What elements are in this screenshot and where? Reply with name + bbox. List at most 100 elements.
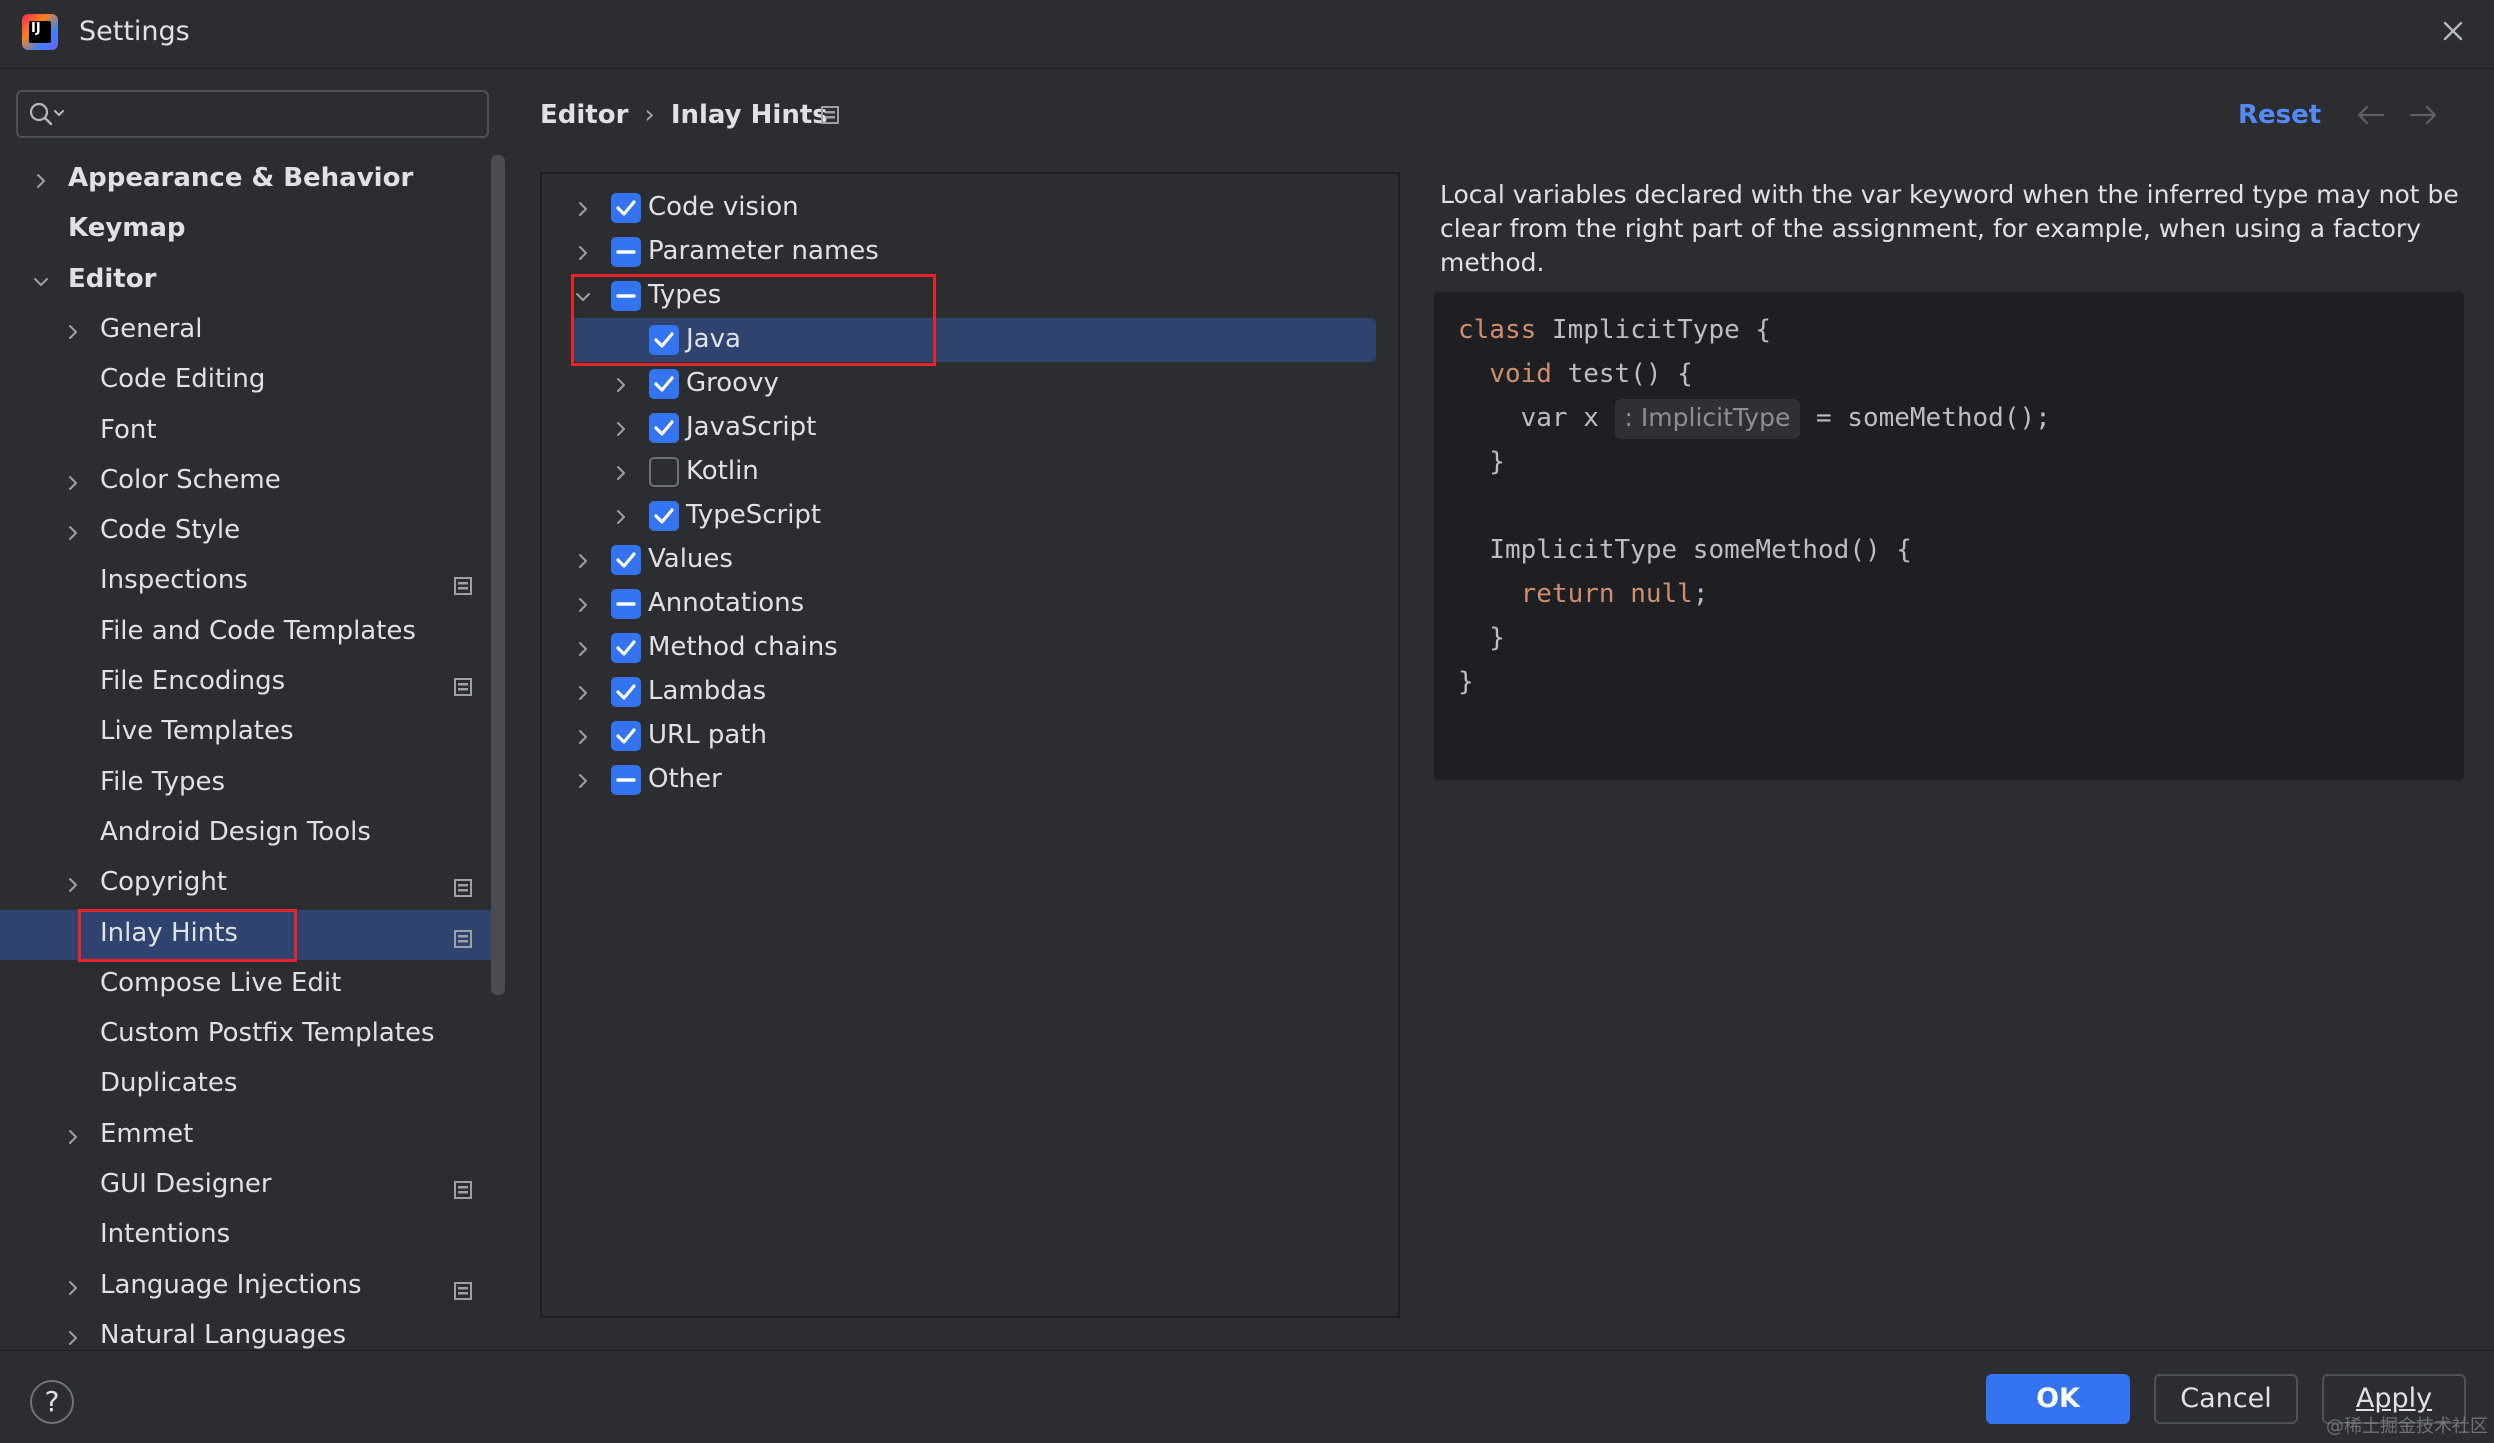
- chevron-right-icon[interactable]: [62, 471, 84, 493]
- sidebar-item-language-injections[interactable]: Language Injections: [0, 1262, 505, 1312]
- arrow-right-icon[interactable]: [2408, 104, 2438, 126]
- code-token: ImplicitType someMethod() {: [1458, 535, 1912, 565]
- breadcrumb: Editor › Inlay Hints: [540, 100, 828, 130]
- checkbox-method-chains[interactable]: [611, 633, 641, 663]
- sidebar-item-live-templates[interactable]: Live Templates: [0, 708, 505, 758]
- sidebar-item-keymap[interactable]: Keymap: [0, 205, 505, 255]
- hint-item-java[interactable]: Java: [572, 318, 1376, 362]
- sidebar-item-android-design-tools[interactable]: Android Design Tools: [0, 809, 505, 859]
- sidebar-item-file-encodings[interactable]: File Encodings: [0, 658, 505, 708]
- chevron-down-icon[interactable]: [30, 270, 52, 292]
- chevron-right-icon[interactable]: [572, 549, 594, 571]
- sidebar-item-color-scheme[interactable]: Color Scheme: [0, 457, 505, 507]
- chevron-right-icon[interactable]: [572, 681, 594, 703]
- hint-item-annotations[interactable]: Annotations: [542, 582, 1372, 626]
- checkbox-other[interactable]: [611, 765, 641, 795]
- chevron-right-icon[interactable]: [610, 461, 632, 483]
- search-input[interactable]: [78, 98, 478, 130]
- code-line: }: [1458, 618, 1505, 658]
- hint-item-lambdas[interactable]: Lambdas: [542, 670, 1372, 714]
- close-icon[interactable]: [2436, 14, 2470, 48]
- sidebar-item-label: Color Scheme: [100, 464, 281, 495]
- sidebar-item-file-types[interactable]: File Types: [0, 759, 505, 809]
- chevron-right-icon[interactable]: [62, 521, 84, 543]
- chevron-right-icon[interactable]: [62, 320, 84, 342]
- chevron-right-icon[interactable]: [62, 1125, 84, 1147]
- sidebar-item-intentions[interactable]: Intentions: [0, 1211, 505, 1261]
- chevron-right-icon[interactable]: [572, 769, 594, 791]
- chevron-right-icon[interactable]: [572, 197, 594, 219]
- chevron-right-icon[interactable]: [572, 637, 594, 659]
- sidebar-item-label: Editor: [68, 263, 157, 294]
- sidebar-item-copyright[interactable]: Copyright: [0, 859, 505, 909]
- hint-item-label: Java: [686, 324, 741, 354]
- sidebar-item-inspections[interactable]: Inspections: [0, 557, 505, 607]
- sidebar-item-duplicates[interactable]: Duplicates: [0, 1060, 505, 1110]
- sidebar-item-general[interactable]: General: [0, 306, 505, 356]
- sidebar-item-gui-designer[interactable]: GUI Designer: [0, 1161, 505, 1211]
- ok-button[interactable]: OK: [1986, 1374, 2130, 1424]
- sidebar-item-editor[interactable]: Editor: [0, 256, 505, 306]
- hint-item-javascript[interactable]: JavaScript: [542, 406, 1372, 450]
- breadcrumb-editor[interactable]: Editor: [540, 100, 628, 130]
- sidebar-item-code-editing[interactable]: Code Editing: [0, 356, 505, 406]
- hint-item-groovy[interactable]: Groovy: [542, 362, 1372, 406]
- title-bar: IJ Settings: [0, 0, 2494, 69]
- hint-item-url-path[interactable]: URL path: [542, 714, 1372, 758]
- checkbox-annotations[interactable]: [611, 589, 641, 619]
- sidebar-item-file-and-code-templates[interactable]: File and Code Templates: [0, 608, 505, 658]
- hint-item-label: URL path: [648, 720, 767, 750]
- sidebar-item-font[interactable]: Font: [0, 407, 505, 457]
- hint-item-label: Groovy: [686, 368, 779, 398]
- checkbox-values[interactable]: [611, 545, 641, 575]
- settings-search[interactable]: [16, 90, 489, 138]
- chevron-right-icon[interactable]: [62, 1326, 84, 1348]
- code-line: }: [1458, 442, 1505, 482]
- checkbox-parameter-names[interactable]: [611, 237, 641, 267]
- sidebar-item-code-style[interactable]: Code Style: [0, 507, 505, 557]
- checkbox-typescript[interactable]: [649, 501, 679, 531]
- pinned-settings-icon: [454, 572, 472, 596]
- sidebar-scrollbar[interactable]: [491, 155, 505, 995]
- code-line: return null;: [1458, 574, 1709, 614]
- code-line: var x : ImplicitType = someMethod();: [1458, 398, 2051, 439]
- help-button[interactable]: ?: [30, 1380, 74, 1424]
- checkbox-java[interactable]: [649, 325, 679, 355]
- checkbox-lambdas[interactable]: [611, 677, 641, 707]
- checkbox-types[interactable]: [611, 281, 641, 311]
- sidebar-item-compose-live-edit[interactable]: Compose Live Edit: [0, 960, 505, 1010]
- reset-link[interactable]: Reset: [2238, 100, 2321, 130]
- sidebar-item-inlay-hints[interactable]: Inlay Hints: [0, 909, 505, 960]
- chevron-right-icon[interactable]: [610, 417, 632, 439]
- checkbox-code-vision[interactable]: [611, 193, 641, 223]
- hint-item-types[interactable]: Types: [542, 274, 1372, 318]
- hint-item-kotlin[interactable]: Kotlin: [542, 450, 1372, 494]
- checkbox-javascript[interactable]: [649, 413, 679, 443]
- hint-item-method-chains[interactable]: Method chains: [542, 626, 1372, 670]
- hint-item-typescript[interactable]: TypeScript: [542, 494, 1372, 538]
- sidebar-item-emmet[interactable]: Emmet: [0, 1111, 505, 1161]
- hint-item-other[interactable]: Other: [542, 758, 1372, 802]
- sidebar-item-natural-languages[interactable]: Natural Languages: [0, 1312, 505, 1350]
- chevron-right-icon[interactable]: [610, 373, 632, 395]
- chevron-right-icon[interactable]: [572, 593, 594, 615]
- arrow-left-icon[interactable]: [2356, 104, 2386, 126]
- hint-item-parameter-names[interactable]: Parameter names: [542, 230, 1372, 274]
- chevron-right-icon[interactable]: [610, 505, 632, 527]
- checkbox-kotlin[interactable]: [649, 457, 679, 487]
- checkbox-url-path[interactable]: [611, 721, 641, 751]
- chevron-right-icon[interactable]: [62, 873, 84, 895]
- sidebar-item-custom-postfix-templates[interactable]: Custom Postfix Templates: [0, 1010, 505, 1060]
- chevron-right-icon[interactable]: [62, 1276, 84, 1298]
- checkbox-groovy[interactable]: [649, 369, 679, 399]
- hint-item-code-vision[interactable]: Code vision: [542, 186, 1372, 230]
- chevron-right-icon[interactable]: [572, 241, 594, 263]
- chevron-right-icon[interactable]: [572, 725, 594, 747]
- code-keyword: return null: [1520, 579, 1693, 609]
- chevron-down-icon[interactable]: [572, 285, 594, 307]
- cancel-button[interactable]: Cancel: [2154, 1374, 2298, 1424]
- code-token: test() {: [1567, 359, 1693, 389]
- chevron-right-icon[interactable]: [30, 169, 52, 191]
- sidebar-item-appearance-behavior[interactable]: Appearance & Behavior: [0, 155, 505, 205]
- hint-item-values[interactable]: Values: [542, 538, 1372, 582]
